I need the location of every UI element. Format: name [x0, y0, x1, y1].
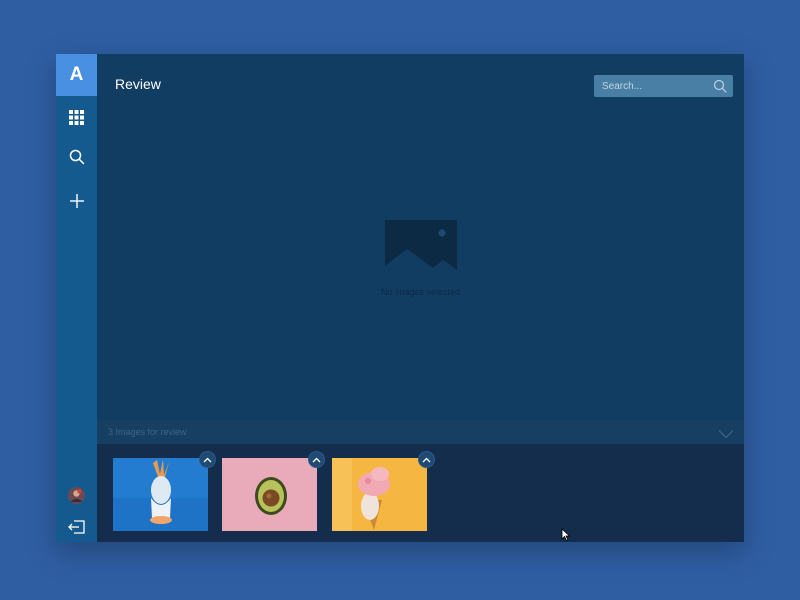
collapse-tray-button[interactable]: [718, 426, 734, 444]
avocado-image: [222, 458, 317, 531]
search-icon: [69, 149, 84, 165]
pineapple-image: [113, 458, 208, 531]
thumbnail-pineapple[interactable]: [113, 451, 216, 531]
user-avatar-button[interactable]: [56, 479, 97, 511]
chevron-down-icon: [718, 430, 734, 439]
search-input[interactable]: [594, 75, 712, 97]
main-panel: Review No images selected: [97, 54, 744, 420]
empty-state: [97, 220, 744, 275]
app-window: A Review Search... No images selected 3 …: [56, 54, 744, 542]
review-count-label: 3 Images for review: [108, 427, 187, 437]
chevron-up-icon: [312, 457, 321, 462]
thumbnail-toggle-button[interactable]: [308, 451, 325, 468]
sidebar-item-grid[interactable]: [56, 101, 97, 133]
thumbnail-toggle-button[interactable]: [418, 451, 435, 468]
thumbnail-ice-cream[interactable]: [332, 451, 435, 531]
thumbnail-avocado[interactable]: [222, 451, 325, 531]
review-tray-header: 3 Images for review: [97, 420, 744, 444]
plus-icon: [69, 194, 84, 208]
logout-button[interactable]: [56, 511, 97, 542]
chevron-up-icon: [422, 457, 431, 462]
sidebar-item-add[interactable]: [56, 185, 97, 217]
image-placeholder-icon: [384, 220, 457, 270]
thumbnail-toggle-button[interactable]: [199, 451, 216, 468]
page-title: Review: [115, 76, 161, 92]
avatar: [68, 486, 85, 504]
app-logo[interactable]: A: [56, 54, 97, 96]
review-tray: [97, 444, 744, 542]
sidebar-item-search[interactable]: [56, 141, 97, 173]
logout-icon: [68, 520, 85, 534]
search-icon[interactable]: [713, 79, 727, 98]
search-box[interactable]: [594, 75, 733, 97]
chevron-up-icon: [203, 457, 212, 462]
ice-cream-image: [332, 458, 427, 531]
sidebar: A: [56, 54, 97, 542]
mouse-cursor-icon: [561, 528, 570, 541]
grid-icon: [69, 109, 84, 125]
empty-state-text: No images selected: [380, 287, 461, 297]
